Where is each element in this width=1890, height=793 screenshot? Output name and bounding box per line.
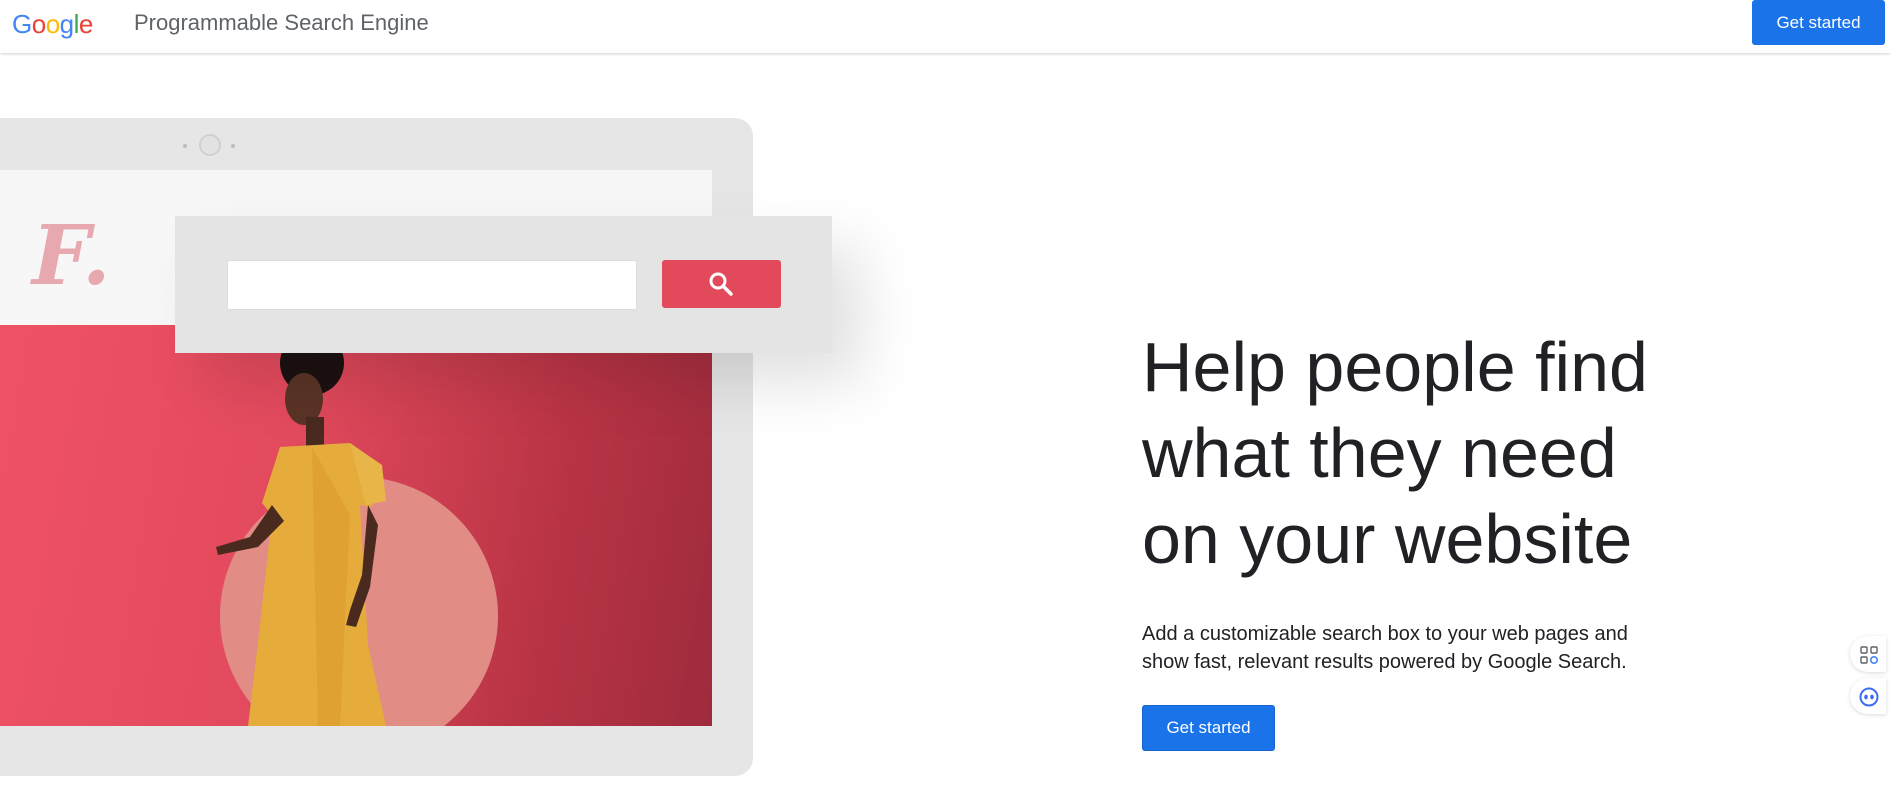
hero-description: Add a customizable search box to your we… bbox=[1142, 623, 1628, 673]
headline-line: Help people find bbox=[1142, 328, 1648, 406]
assistant-bot-icon bbox=[1859, 687, 1879, 707]
demo-search-input[interactable] bbox=[227, 260, 637, 310]
search-box-panel bbox=[175, 216, 832, 353]
demo-search-button[interactable] bbox=[662, 260, 781, 308]
laptop-dot bbox=[183, 144, 187, 148]
hero-get-started-button[interactable]: Get started bbox=[1142, 705, 1275, 751]
product-name[interactable]: Programmable Search Engine bbox=[134, 10, 429, 36]
assistant-widget[interactable] bbox=[1850, 678, 1886, 714]
headline-line: what they need bbox=[1142, 414, 1617, 492]
google-logo[interactable]: Google bbox=[12, 9, 93, 40]
logo-letter: o bbox=[31, 9, 46, 39]
hero-photo bbox=[0, 325, 712, 726]
laptop-dot bbox=[231, 144, 235, 148]
header-get-started-button[interactable]: Get started bbox=[1752, 0, 1885, 45]
headline-line: on your website bbox=[1142, 500, 1633, 578]
apps-widget[interactable] bbox=[1850, 636, 1886, 672]
top-header: Google Programmable Search Engine Get st… bbox=[0, 0, 1890, 53]
logo-letter: g bbox=[59, 9, 74, 39]
logo-letter: G bbox=[12, 9, 32, 39]
logo-letter: e bbox=[78, 9, 93, 39]
woman-figure bbox=[216, 331, 386, 726]
search-icon bbox=[709, 272, 733, 296]
laptop-camera bbox=[199, 134, 221, 156]
hero-headline: Help people find what they need on your … bbox=[1142, 324, 1762, 582]
logo-letter: o bbox=[45, 9, 60, 39]
apps-grid-icon bbox=[1860, 646, 1879, 665]
brand-mark: F. bbox=[32, 208, 111, 304]
